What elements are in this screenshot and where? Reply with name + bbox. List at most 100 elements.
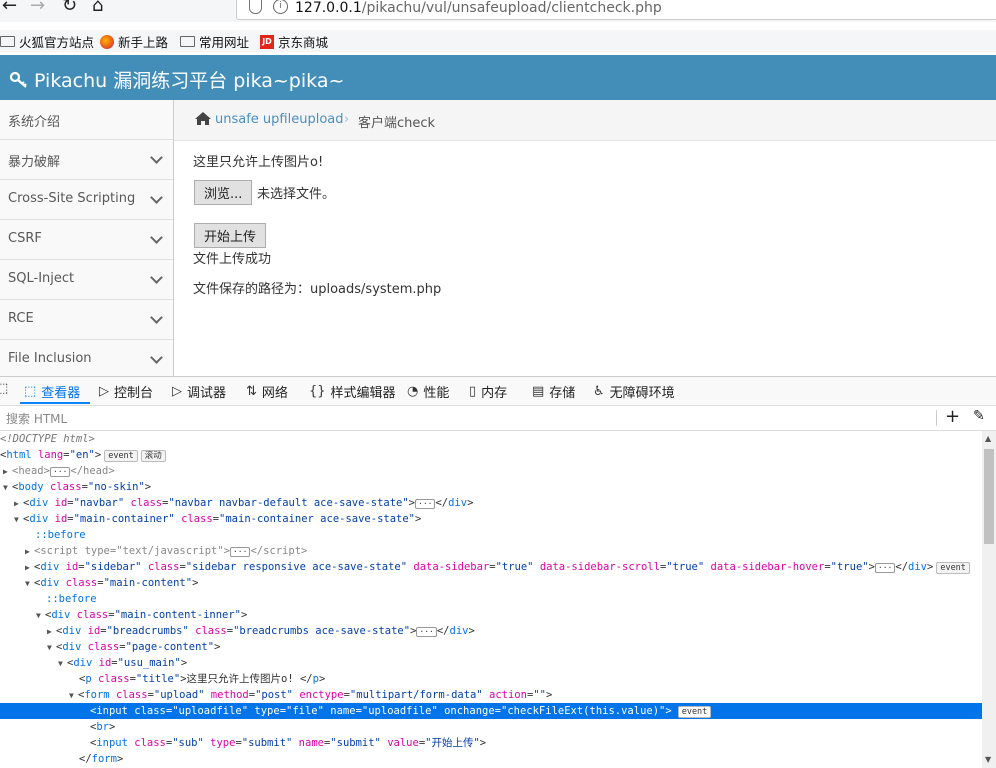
no-file-text: 未选择文件。 bbox=[257, 187, 336, 202]
address-bar[interactable]: i 127.0.0.1/pikachu/vul/unsafeupload/cli… bbox=[236, 0, 996, 20]
devtools-tabs: ⬚ ⬚ 查看器 ▷ 控制台 ▷ 调试器 ⇅ 网络 {} 样式编辑器 ◔ 性能 ▯ 内存 ▤ 存储… bbox=[0, 377, 996, 406]
shield-icon[interactable] bbox=[249, 0, 262, 14]
tree-line-page-content[interactable]: ▼ <div class="page-content"> bbox=[0, 639, 982, 655]
back-icon[interactable]: ← bbox=[2, 0, 17, 16]
home-icon[interactable] bbox=[194, 111, 212, 130]
upload-submit-button[interactable]: 开始上传 bbox=[194, 223, 267, 248]
breadcrumb-separator: › bbox=[344, 112, 350, 127]
markup-tree: <!DOCTYPE html> <html lang="en"> event 滚动 … bbox=[0, 431, 982, 768]
tree-line-input-submit[interactable]: <input class="sub" type="submit" name="s… bbox=[0, 735, 982, 751]
chevron-down-icon bbox=[150, 271, 163, 284]
style-editor-icon: {} bbox=[309, 384, 326, 399]
performance-icon: ◔ bbox=[407, 384, 419, 399]
page-title: 这里只允许上传图片o! bbox=[193, 155, 324, 170]
bookmark-getting-started[interactable]: 新手上路 bbox=[100, 32, 168, 51]
tree-line-script[interactable]: ▶ <script type="text/javascript"> ··· </scr… bbox=[0, 543, 982, 559]
sidebar: 系统介绍 暴力破解 Cross-Site Scripting CSRF SQL-… bbox=[0, 100, 174, 376]
tab-style-editor[interactable]: {} 样式编辑器 bbox=[309, 382, 396, 401]
sidebar-item-xss[interactable]: Cross-Site Scripting bbox=[0, 180, 173, 220]
bookmark-firefox-site[interactable]: 火狐官方站点 bbox=[0, 32, 94, 51]
forward-icon[interactable]: → bbox=[30, 0, 45, 16]
chevron-down-icon bbox=[150, 351, 163, 364]
breadcrumb: unsafe upfileupload › 客户端check bbox=[174, 100, 996, 141]
url-text[interactable]: 127.0.0.1/pikachu/vul/unsafeupload/clien… bbox=[295, 0, 662, 16]
tab-accessibility[interactable]: ♿ 无障碍环境 bbox=[593, 382, 675, 401]
tree-line-breadcrumbs[interactable]: ▶ <div id="breadcrumbs" class="breadcrumb… bbox=[0, 623, 982, 639]
tree-line-head[interactable]: ▶ <head> ··· </head> bbox=[0, 463, 982, 479]
tab-console[interactable]: ▷ 控制台 bbox=[99, 382, 153, 401]
scrollbar-thumb[interactable] bbox=[984, 449, 994, 544]
storage-icon: ▤ bbox=[532, 384, 545, 399]
tree-line-html[interactable]: <html lang="en"> event 滚动 bbox=[0, 447, 982, 463]
tree-line-before-2[interactable]: ::before bbox=[0, 591, 982, 607]
firefox-icon bbox=[100, 34, 114, 49]
network-icon: ⇅ bbox=[246, 384, 257, 399]
tab-performance[interactable]: ◔ 性能 bbox=[407, 382, 449, 401]
app-navbar: Pikachu 漏洞练习平台 pika~pika~ bbox=[0, 55, 996, 100]
folder-icon bbox=[180, 36, 195, 47]
tree-scrollbar[interactable]: ▲ ▼ bbox=[982, 431, 996, 768]
memory-icon: ▯ bbox=[469, 384, 477, 399]
tab-inspector[interactable]: ⬚ 查看器 bbox=[24, 382, 80, 401]
bookmark-common-sites[interactable]: 常用网址 bbox=[180, 32, 249, 51]
tree-line-form-close[interactable]: </form> bbox=[0, 751, 982, 767]
browse-button[interactable]: 浏览... bbox=[194, 180, 253, 205]
tree-line-input-file-selected[interactable]: <input class="uploadfile" type="file" na… bbox=[0, 703, 982, 719]
tree-line-doctype[interactable]: <!DOCTYPE html> bbox=[0, 431, 982, 447]
console-icon: ▷ bbox=[99, 384, 109, 399]
add-node-icon[interactable]: + bbox=[945, 406, 960, 427]
tab-storage[interactable]: ▤ 存储 bbox=[532, 382, 575, 401]
tree-line-body[interactable]: ▼ <body class="no-skin"> bbox=[0, 479, 982, 495]
tree-line-sidebar[interactable]: ▶ <div id="sidebar" class="sidebar respon… bbox=[0, 559, 982, 575]
scroll-down-icon[interactable]: ▼ bbox=[985, 755, 991, 764]
chevron-down-icon bbox=[150, 191, 163, 204]
breadcrumb-current: 客户端check bbox=[358, 116, 436, 131]
tree-line-p-title[interactable]: <p class="title">这里只允许上传图片o! </p> bbox=[0, 671, 982, 687]
debugger-icon: ▷ bbox=[172, 384, 182, 399]
tree-line-main-content-inner[interactable]: ▼ <div class="main-content-inner"> bbox=[0, 607, 982, 623]
sidebar-item-file-inclusion[interactable]: File Inclusion bbox=[0, 340, 173, 376]
event-badge[interactable]: event bbox=[677, 706, 712, 718]
search-html-input[interactable]: 搜索 HTML bbox=[6, 410, 67, 427]
pick-element-icon[interactable]: ⬚ bbox=[0, 381, 8, 396]
scroll-badge[interactable]: 滚动 bbox=[140, 450, 166, 462]
html-search-bar[interactable]: 搜索 HTML + ✎ bbox=[0, 406, 996, 431]
bookmarks-bar: 火狐官方站点 新手上路 常用网址 JD 京东商城 bbox=[0, 30, 996, 52]
sidebar-item-rce[interactable]: RCE bbox=[0, 300, 173, 340]
tree-line-main-content[interactable]: ▼ <div class="main-content"> bbox=[0, 575, 982, 591]
home-icon[interactable]: ⌂ bbox=[92, 0, 103, 16]
sidebar-item-intro[interactable]: 系统介绍 bbox=[0, 100, 173, 140]
page-content: 这里只允许上传图片o! 浏览... 未选择文件。 开始上传 文件上传成功 文件保… bbox=[174, 141, 996, 376]
key-icon bbox=[10, 71, 27, 88]
sidebar-item-csrf[interactable]: CSRF bbox=[0, 220, 173, 260]
tree-line-main-container[interactable]: ▼ <div id="main-container" class="main-co… bbox=[0, 511, 982, 527]
bookmark-jd[interactable]: JD 京东商城 bbox=[260, 32, 328, 51]
sidebar-item-brute-force[interactable]: 暴力破解 bbox=[0, 140, 173, 180]
eyedropper-icon[interactable]: ✎ bbox=[973, 408, 985, 424]
breadcrumb-link[interactable]: unsafe upfileupload bbox=[215, 112, 344, 127]
scroll-up-icon[interactable]: ▲ bbox=[985, 434, 991, 443]
app-brand[interactable]: Pikachu 漏洞练习平台 pika~pika~ bbox=[10, 66, 344, 93]
chevron-down-icon bbox=[150, 311, 163, 324]
event-badge[interactable]: event bbox=[104, 450, 138, 462]
devtools-panel: ⬚ ⬚ 查看器 ▷ 控制台 ▷ 调试器 ⇅ 网络 {} 样式编辑器 ◔ 性能 ▯ 内存 ▤ 存储… bbox=[0, 376, 996, 768]
tab-debugger[interactable]: ▷ 调试器 bbox=[172, 382, 226, 401]
tree-line-navbar[interactable]: ▶ <div id="navbar" class="navbar navbar-d… bbox=[0, 495, 982, 511]
tree-line-form[interactable]: ▼ <form class="upload" method="post" enct… bbox=[0, 687, 982, 703]
tree-line-before-1[interactable]: ::before bbox=[0, 527, 982, 543]
event-badge[interactable]: event bbox=[936, 562, 970, 574]
chevron-down-icon bbox=[150, 151, 163, 164]
tab-memory[interactable]: ▯ 内存 bbox=[469, 382, 507, 401]
browser-toolbar: ← → ↻ ⌂ i 127.0.0.1/pikachu/vul/unsafeup… bbox=[0, 0, 996, 22]
info-icon[interactable]: i bbox=[273, 0, 288, 14]
reload-icon[interactable]: ↻ bbox=[62, 0, 77, 16]
inspector-icon: ⬚ bbox=[24, 384, 37, 399]
tree-line-br[interactable]: <br> bbox=[0, 719, 982, 735]
tab-network[interactable]: ⇅ 网络 bbox=[246, 382, 288, 401]
tree-line-usu-main[interactable]: ▼ <div id="usu_main"> bbox=[0, 655, 982, 671]
jd-logo-icon: JD bbox=[260, 34, 274, 49]
save-path-text: 文件保存的路径为：uploads/system.php bbox=[193, 282, 442, 297]
toolbar-divider bbox=[936, 410, 937, 426]
folder-icon bbox=[0, 36, 15, 47]
sidebar-item-sql-inject[interactable]: SQL-Inject bbox=[0, 260, 173, 300]
